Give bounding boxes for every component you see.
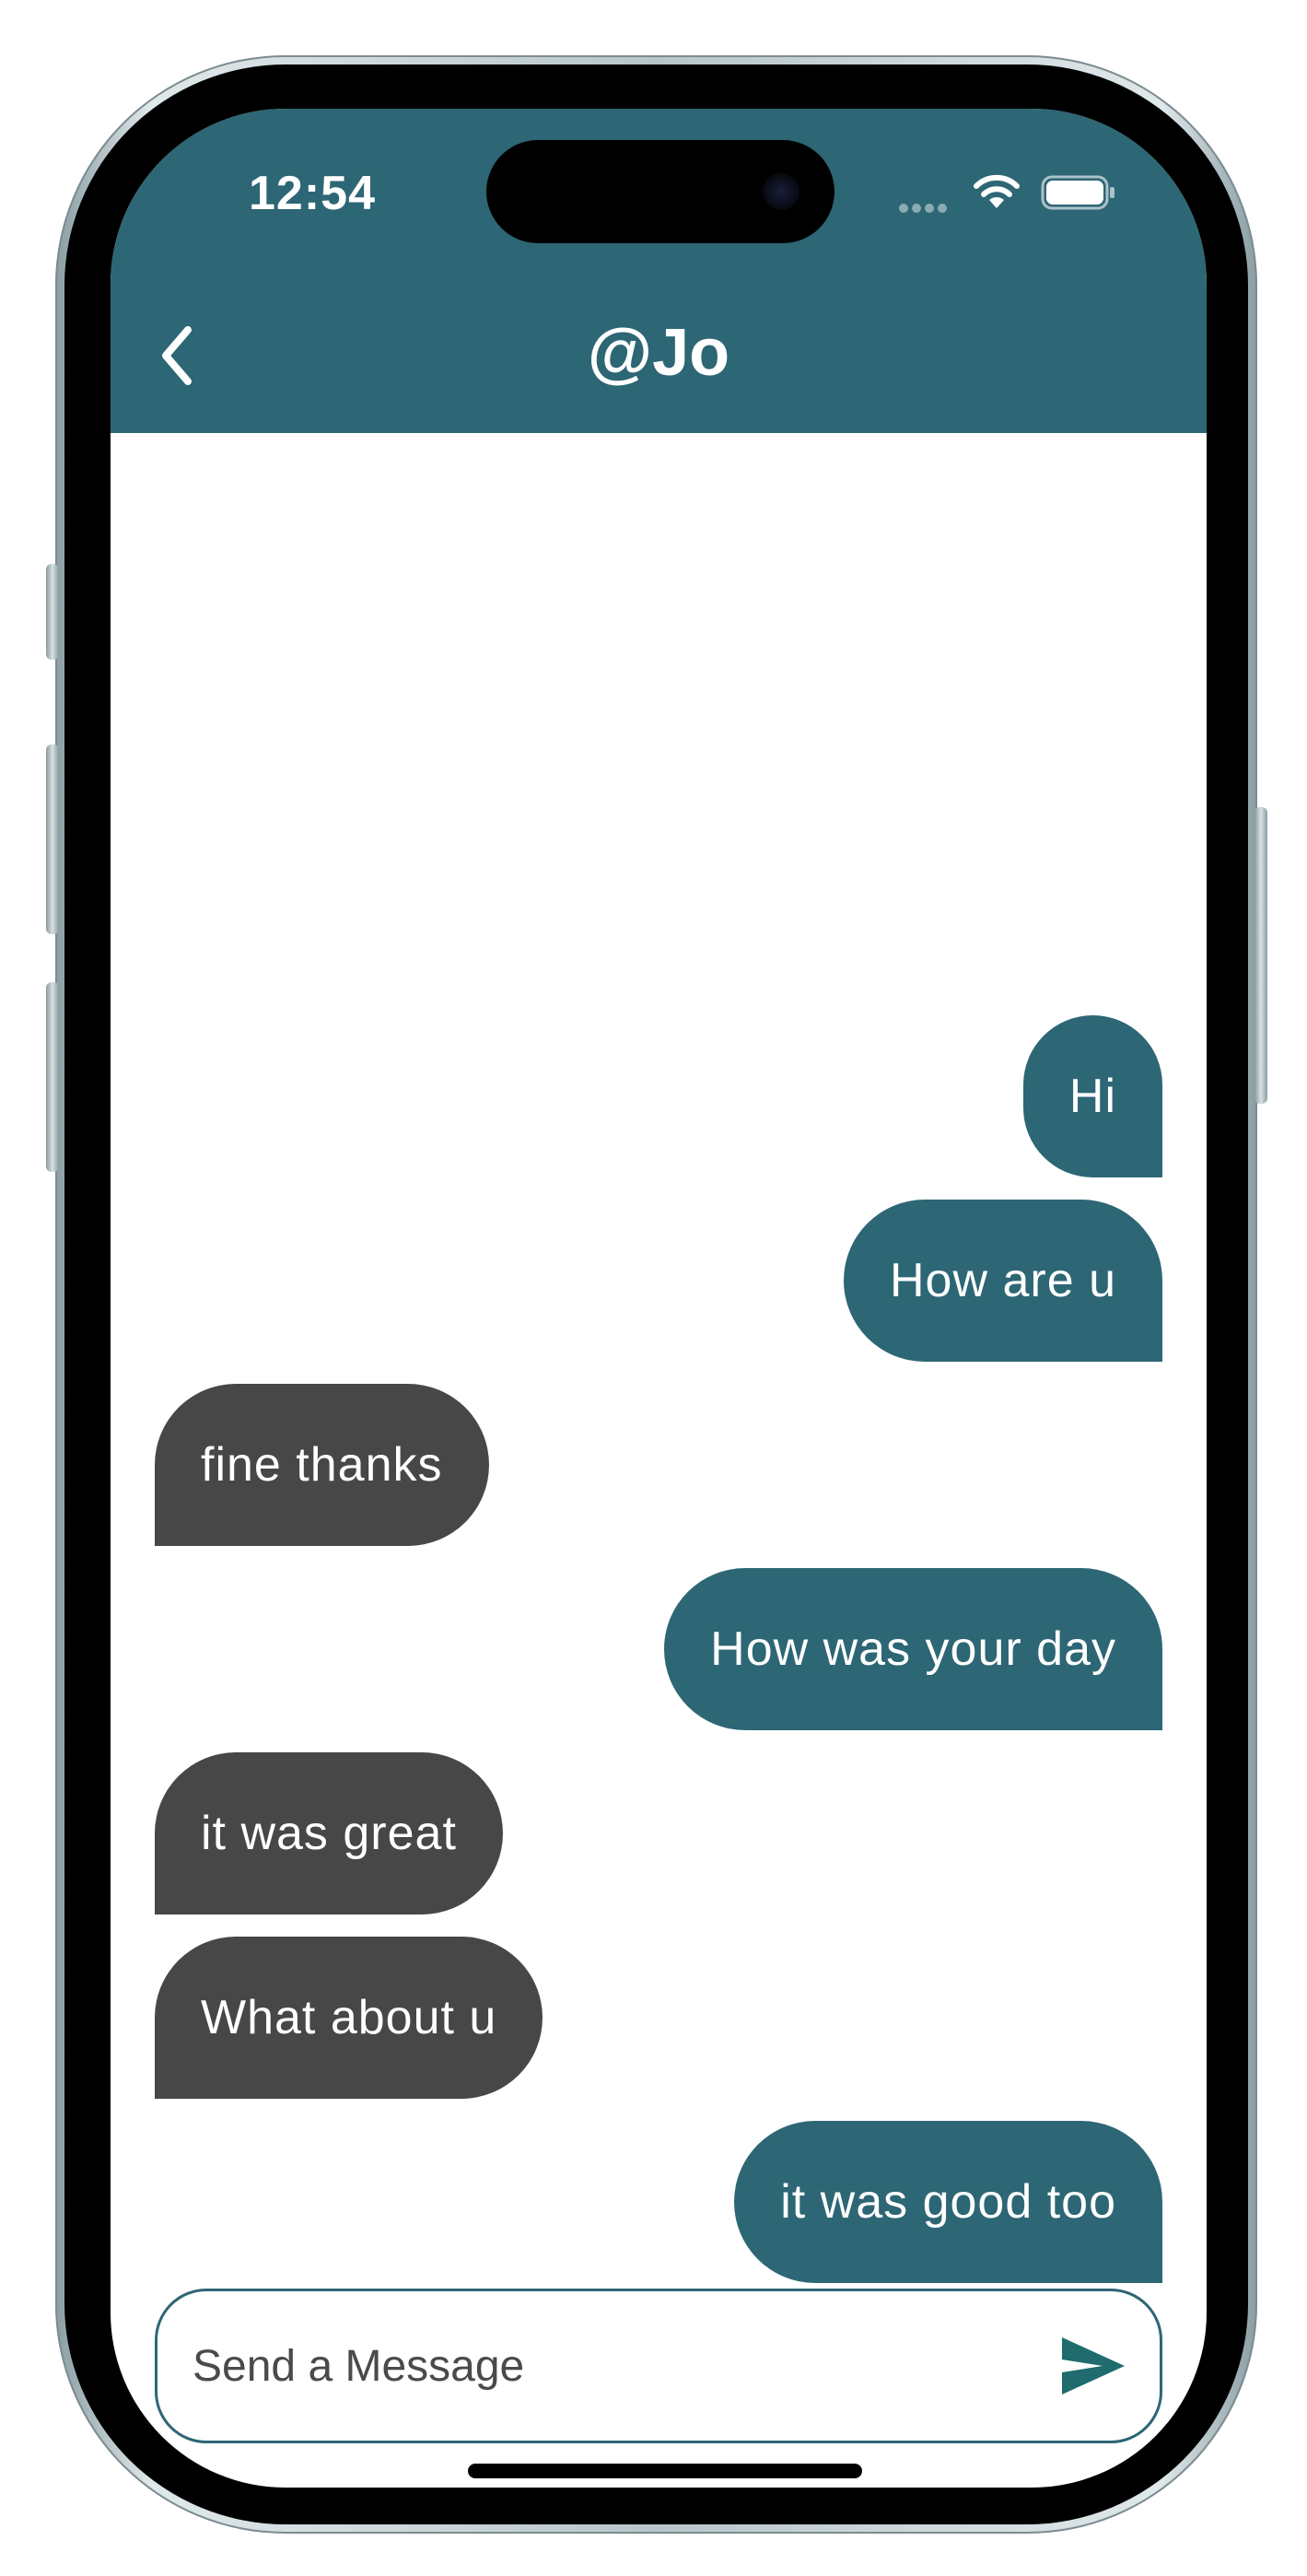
message-text: How was your day xyxy=(710,1622,1116,1676)
dynamic-island xyxy=(486,140,834,243)
message-composer xyxy=(155,2289,1162,2443)
send-icon xyxy=(1062,2337,1125,2395)
power-button xyxy=(1254,807,1267,1104)
message-bubble-sent: it was good too xyxy=(734,2121,1162,2283)
message-text: it was good too xyxy=(780,2175,1116,2229)
message-text: Hi xyxy=(1068,1070,1116,1123)
wifi-icon xyxy=(974,174,1020,208)
page-title: @Jo xyxy=(587,316,730,390)
message-text: How are u xyxy=(890,1254,1116,1307)
message-list: Hi How are u fine thanks How was your da… xyxy=(111,433,1207,2283)
message-bubble-received: What about u xyxy=(155,1937,543,2099)
screen: 12:54 @Jo Hi How are u fine thanks How w… xyxy=(111,109,1207,2488)
message-bubble-sent: Hi xyxy=(1022,1015,1162,1177)
message-input[interactable] xyxy=(191,2328,1023,2404)
message-text: fine thanks xyxy=(201,1438,443,1492)
status-time: 12:54 xyxy=(249,167,376,220)
message-bubble-sent: How was your day xyxy=(664,1568,1162,1730)
home-indicator[interactable] xyxy=(468,2464,862,2478)
message-bubble-received: it was great xyxy=(155,1752,503,1914)
message-text: it was great xyxy=(201,1807,457,1860)
message-bubble-sent: How are u xyxy=(844,1200,1162,1362)
message-text: What about u xyxy=(201,1991,497,2044)
front-camera-icon xyxy=(763,173,799,210)
action-button xyxy=(46,564,59,660)
send-button[interactable] xyxy=(1058,2334,1128,2398)
volume-down-button xyxy=(46,982,59,1172)
volume-up-button xyxy=(46,744,59,934)
battery-icon xyxy=(1041,175,1114,210)
message-bubble-received: fine thanks xyxy=(155,1384,489,1546)
cellular-signal-icon xyxy=(899,201,958,213)
chat-header: 12:54 @Jo xyxy=(111,109,1207,433)
